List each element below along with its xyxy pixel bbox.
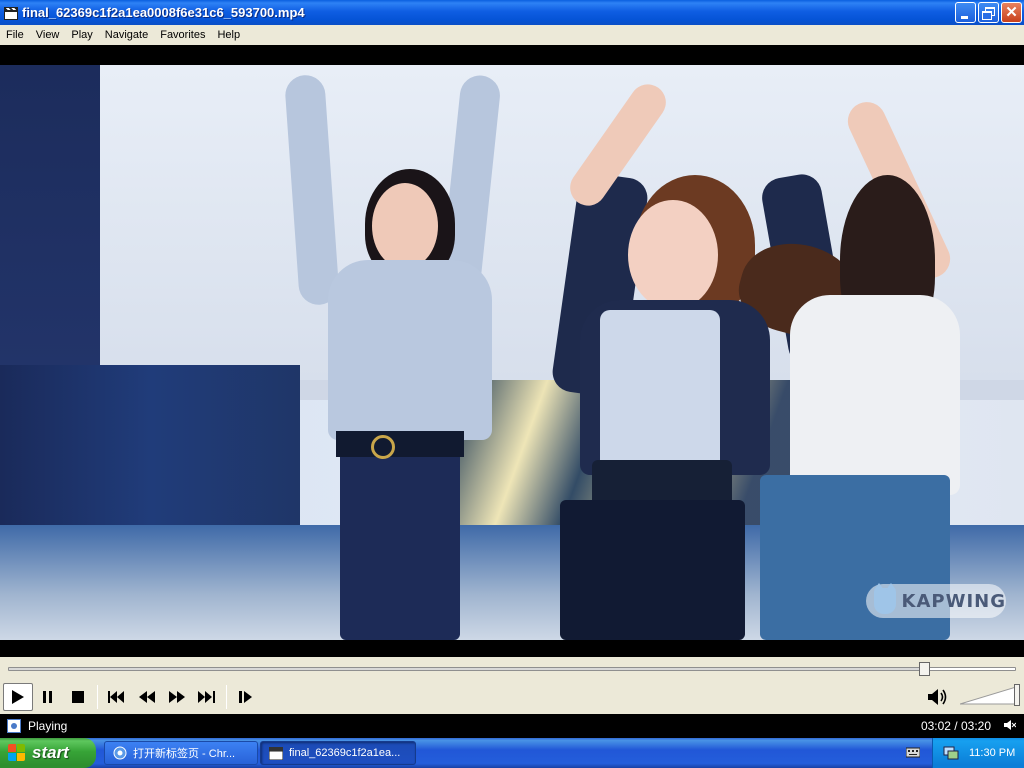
- minimize-button[interactable]: [955, 2, 976, 23]
- play-button[interactable]: [3, 682, 33, 711]
- separator: [97, 684, 98, 709]
- seek-thumb[interactable]: [919, 662, 931, 676]
- stop-icon: [72, 690, 84, 703]
- chrome-icon: [113, 746, 127, 760]
- menu-view[interactable]: View: [30, 29, 66, 41]
- fast-forward-icon: [169, 690, 185, 703]
- restore-button[interactable]: [978, 2, 999, 23]
- menu-file[interactable]: File: [0, 29, 30, 41]
- window-title: final_62369c1f2a1ea0008f6e31c6_593700.mp…: [22, 5, 305, 20]
- pause-icon: [43, 690, 52, 703]
- title-bar[interactable]: final_62369c1f2a1ea0008f6e31c6_593700.mp…: [0, 0, 1024, 25]
- play-icon: [12, 689, 24, 704]
- system-tray: 11:30 PM: [932, 738, 1024, 768]
- menu-bar: File View Play Navigate Favorites Help: [0, 25, 1024, 45]
- frame-step-icon: [239, 690, 252, 703]
- volume-muted-icon: [1004, 720, 1017, 730]
- status-volume-icon[interactable]: [1004, 719, 1017, 734]
- volume-slider[interactable]: [959, 684, 1020, 706]
- status-icon: [7, 719, 21, 733]
- start-label: start: [32, 743, 69, 762]
- keyboard-icon[interactable]: [906, 746, 920, 758]
- seek-bar-area: [0, 657, 1024, 679]
- status-bar: Playing 03:02 / 03:20: [0, 714, 1024, 738]
- menu-help[interactable]: Help: [211, 29, 246, 41]
- skip-forward-icon: [198, 690, 215, 703]
- volume-ramp: [959, 686, 1017, 705]
- rewind-icon: [139, 690, 155, 703]
- menu-favorites[interactable]: Favorites: [154, 29, 211, 41]
- clapperboard-icon: [269, 747, 283, 760]
- kapwing-logo-icon: [874, 583, 896, 614]
- clock[interactable]: 11:30 PM: [969, 747, 1015, 759]
- video-display[interactable]: KAPWING: [0, 45, 1024, 657]
- pause-button[interactable]: [33, 683, 63, 711]
- volume-thumb[interactable]: [1014, 684, 1020, 706]
- separator: [226, 684, 227, 709]
- skip-forward-button[interactable]: [192, 683, 222, 711]
- frame-step-button[interactable]: [231, 683, 261, 711]
- close-icon: ✕: [1005, 4, 1018, 21]
- mute-button[interactable]: [924, 683, 952, 711]
- seek-progress: [9, 668, 925, 670]
- time-display: 03:02 / 03:20: [920, 719, 991, 733]
- status-text: Playing: [28, 719, 68, 733]
- kapwing-watermark: KAPWING: [866, 583, 1006, 618]
- network-icon[interactable]: [943, 745, 959, 761]
- start-button[interactable]: start: [0, 738, 96, 768]
- skip-back-icon: [108, 690, 124, 703]
- speaker-icon: [928, 689, 947, 705]
- menu-play[interactable]: Play: [65, 29, 98, 41]
- taskbar-item-chrome[interactable]: 打开新标签页 - Chr...: [104, 741, 258, 765]
- taskbar-item-player[interactable]: final_62369c1f2a1ea...: [260, 741, 416, 765]
- windows-logo-icon: [8, 744, 26, 762]
- minimize-icon: [961, 16, 968, 19]
- menu-navigate[interactable]: Navigate: [99, 29, 154, 41]
- taskbar: start 打开新标签页 - Chr... final_62369c1f2a1e…: [0, 738, 1024, 768]
- rewind-button[interactable]: [132, 683, 162, 711]
- stop-button[interactable]: [63, 683, 93, 711]
- close-button[interactable]: ✕: [1001, 2, 1022, 23]
- seek-bar[interactable]: [8, 662, 1016, 676]
- playback-controls: [0, 679, 1024, 714]
- clapperboard-icon: [4, 6, 18, 20]
- skip-back-button[interactable]: [102, 683, 132, 711]
- fast-forward-button[interactable]: [162, 683, 192, 711]
- video-frame: KAPWING: [0, 65, 1024, 640]
